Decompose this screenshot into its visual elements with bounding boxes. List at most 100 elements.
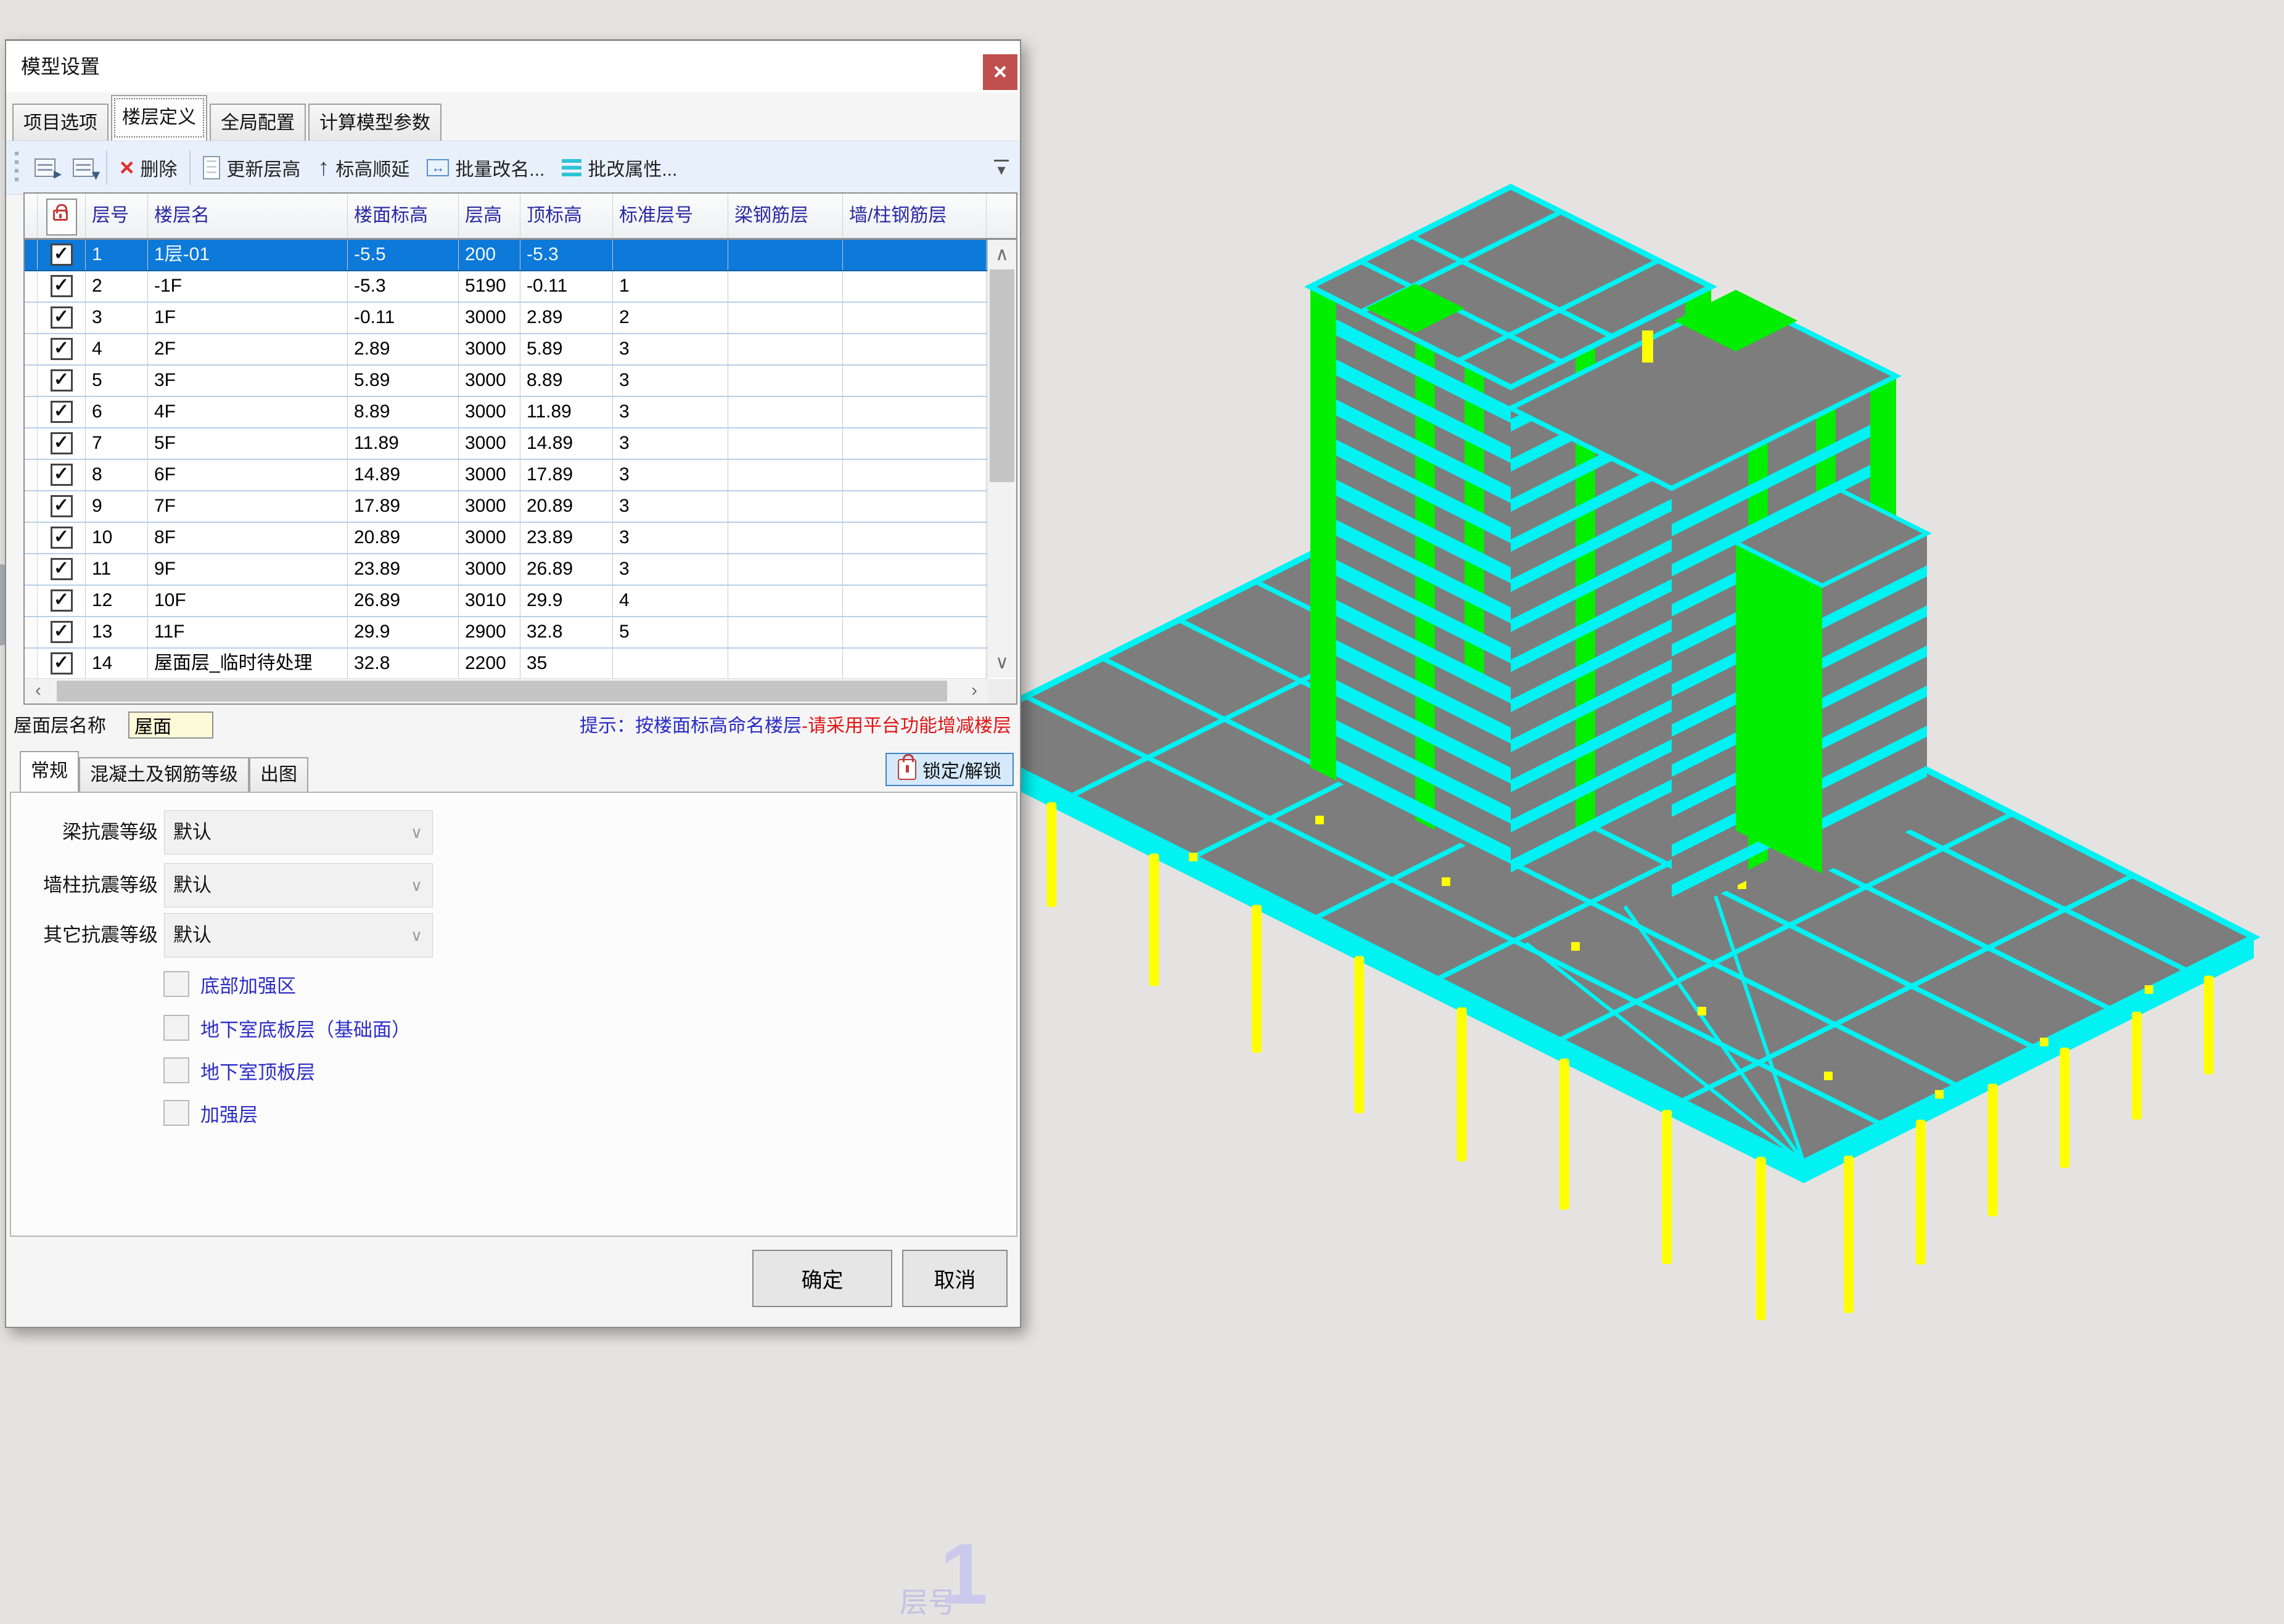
cell-楼面标高[interactable]: -0.11 bbox=[348, 303, 459, 333]
table-row[interactable]: ✓42F2.8930005.893 bbox=[25, 334, 1016, 366]
update-floor-height-button[interactable]: 更新层高 bbox=[194, 148, 309, 187]
cell-层高[interactable]: 3000 bbox=[459, 491, 520, 522]
cell-顶标高[interactable]: 5.89 bbox=[520, 334, 613, 364]
dialog-titlebar[interactable]: 模型设置 × bbox=[6, 41, 1020, 92]
cell-标准层号[interactable]: 2 bbox=[613, 303, 728, 333]
cell-墙/柱钢筋层[interactable] bbox=[843, 334, 987, 364]
cell-顶标高[interactable]: 20.89 bbox=[520, 491, 613, 522]
cell-标准层号[interactable]: 3 bbox=[613, 554, 728, 584]
cell-顶标高[interactable]: -5.3 bbox=[520, 240, 613, 270]
cell-标准层号[interactable]: 3 bbox=[613, 491, 728, 522]
tab-1[interactable]: 楼层定义 bbox=[111, 95, 207, 141]
cell-梁钢筋层[interactable] bbox=[728, 366, 843, 396]
cell-楼面标高[interactable]: 20.89 bbox=[348, 523, 459, 553]
cell-顶标高[interactable]: 2.89 bbox=[520, 303, 613, 333]
dropdown-0[interactable]: 默认∨ bbox=[164, 810, 433, 855]
table-row[interactable]: ✓97F17.89300020.893 bbox=[25, 491, 1016, 523]
cell-楼面标高[interactable]: 5.89 bbox=[348, 366, 459, 396]
cell-梁钢筋层[interactable] bbox=[728, 554, 843, 584]
ok-button[interactable]: 确定 bbox=[752, 1250, 892, 1307]
row-checkbox[interactable]: ✓ bbox=[51, 621, 73, 643]
cell-标准层号[interactable]: 5 bbox=[613, 617, 728, 647]
cell-楼面标高[interactable]: 32.8 bbox=[348, 649, 459, 679]
cell-楼层名[interactable]: 1层-01 bbox=[148, 240, 348, 270]
3d-model-view[interactable] bbox=[1021, 0, 2284, 1347]
cell-墙/柱钢筋层[interactable] bbox=[843, 460, 987, 490]
cell-顶标高[interactable]: 26.89 bbox=[520, 554, 613, 584]
cell-顶标高[interactable]: 17.89 bbox=[520, 460, 613, 490]
cell-顶标高[interactable]: 8.89 bbox=[520, 366, 613, 396]
cell-顶标高[interactable]: 29.9 bbox=[520, 586, 613, 616]
cell-梁钢筋层[interactable] bbox=[728, 303, 843, 333]
cell-墙/柱钢筋层[interactable] bbox=[843, 649, 987, 679]
row-checkbox[interactable]: ✓ bbox=[51, 275, 73, 297]
dropdown-1[interactable]: 默认∨ bbox=[164, 863, 433, 908]
horizontal-scroll-thumb[interactable] bbox=[57, 681, 947, 702]
cell-墙/柱钢筋层[interactable] bbox=[843, 491, 987, 522]
cell-层号[interactable]: 14 bbox=[86, 649, 148, 679]
table-row[interactable]: ✓14屋面层_临时待处理32.8220035 bbox=[25, 649, 1016, 680]
table-row[interactable]: ✓64F8.89300011.893 bbox=[25, 397, 1016, 429]
row-checkbox[interactable]: ✓ bbox=[51, 306, 73, 329]
cell-墙/柱钢筋层[interactable] bbox=[843, 397, 987, 427]
cell-层高[interactable]: 3000 bbox=[459, 397, 520, 427]
scroll-left-icon[interactable]: ‹ bbox=[25, 679, 52, 703]
cell-楼层名[interactable]: 3F bbox=[148, 366, 348, 396]
row-checkbox[interactable]: ✓ bbox=[51, 589, 73, 612]
row-checkbox[interactable]: ✓ bbox=[51, 527, 73, 549]
cell-楼层名[interactable]: 10F bbox=[148, 586, 348, 616]
scroll-down-icon[interactable]: ∨ bbox=[988, 648, 1016, 678]
dropdown-2[interactable]: 默认∨ bbox=[164, 913, 433, 958]
table-row[interactable]: ✓119F23.89300026.893 bbox=[25, 554, 1016, 586]
vertical-scrollbar[interactable]: ∧ ∨ bbox=[987, 240, 1016, 678]
cell-层号[interactable]: 11 bbox=[86, 554, 148, 584]
table-row[interactable]: ✓1311F29.9290032.85 bbox=[25, 617, 1016, 649]
table-row[interactable]: ✓108F20.89300023.893 bbox=[25, 523, 1016, 554]
cell-楼层名[interactable]: 4F bbox=[148, 397, 348, 427]
table-row[interactable]: ✓31F-0.1130002.892 bbox=[25, 303, 1016, 334]
cell-楼面标高[interactable]: 17.89 bbox=[348, 491, 459, 522]
cell-标准层号[interactable]: 3 bbox=[613, 523, 728, 553]
table-row[interactable]: ✓53F5.8930008.893 bbox=[25, 366, 1016, 397]
cell-层号[interactable]: 12 bbox=[86, 586, 148, 616]
cell-梁钢筋层[interactable] bbox=[728, 240, 843, 270]
row-checkbox[interactable]: ✓ bbox=[51, 495, 73, 517]
row-checkbox[interactable]: ✓ bbox=[51, 338, 73, 360]
cell-标准层号[interactable] bbox=[613, 649, 728, 679]
cell-层号[interactable]: 13 bbox=[86, 617, 148, 647]
cell-层高[interactable]: 3000 bbox=[459, 460, 520, 490]
row-checkbox[interactable]: ✓ bbox=[51, 558, 73, 580]
cell-层高[interactable]: 3000 bbox=[459, 554, 520, 584]
cell-层号[interactable]: 9 bbox=[86, 491, 148, 522]
cell-层高[interactable]: 3000 bbox=[459, 334, 520, 364]
table-row[interactable]: ✓75F11.89300014.893 bbox=[25, 429, 1016, 460]
cell-楼层名[interactable]: 2F bbox=[148, 334, 348, 364]
cell-顶标高[interactable]: 35 bbox=[520, 649, 613, 679]
tab-3[interactable]: 计算模型参数 bbox=[308, 104, 442, 141]
cell-层高[interactable]: 3000 bbox=[459, 303, 520, 333]
cell-梁钢筋层[interactable] bbox=[728, 397, 843, 427]
cell-层号[interactable]: 3 bbox=[86, 303, 148, 333]
batch-rename-button[interactable]: ↔ 批量改名... bbox=[418, 148, 553, 187]
cell-梁钢筋层[interactable] bbox=[728, 460, 843, 490]
cell-楼层名[interactable]: 5F bbox=[148, 429, 348, 459]
cell-层号[interactable]: 10 bbox=[86, 523, 148, 553]
cell-标准层号[interactable]: 4 bbox=[613, 586, 728, 616]
row-checkbox[interactable]: ✓ bbox=[51, 244, 73, 266]
cell-标准层号[interactable] bbox=[613, 240, 728, 270]
cell-层高[interactable]: 200 bbox=[459, 240, 520, 270]
cell-楼层名[interactable]: 6F bbox=[148, 460, 348, 490]
cell-楼面标高[interactable]: 2.89 bbox=[348, 334, 459, 364]
table-row[interactable]: ✓2-1F-5.35190-0.111 bbox=[25, 271, 1016, 303]
row-checkbox[interactable]: ✓ bbox=[51, 401, 73, 423]
cell-楼面标高[interactable]: 26.89 bbox=[348, 586, 459, 616]
cell-层号[interactable]: 4 bbox=[86, 334, 148, 364]
cell-梁钢筋层[interactable] bbox=[728, 334, 843, 364]
cell-墙/柱钢筋层[interactable] bbox=[843, 429, 987, 459]
checkbox-3[interactable] bbox=[163, 1100, 189, 1126]
cell-顶标高[interactable]: -0.11 bbox=[520, 271, 613, 301]
cell-楼层名[interactable]: 11F bbox=[148, 617, 348, 647]
cell-标准层号[interactable]: 3 bbox=[613, 366, 728, 396]
close-button[interactable]: × bbox=[983, 54, 1017, 90]
cell-层高[interactable]: 3000 bbox=[459, 366, 520, 396]
